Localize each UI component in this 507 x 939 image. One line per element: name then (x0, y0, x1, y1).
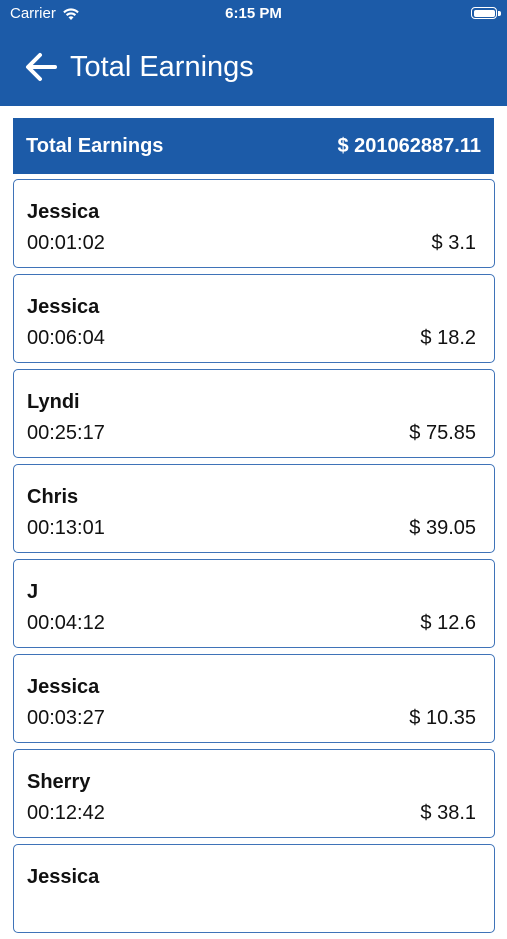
earnings-list[interactable]: Jessica 00:01:02 $ 3.1 Jessica 00:06:04 … (13, 179, 495, 939)
earning-amount: $ 39.05 (409, 517, 476, 539)
earning-amount: $ 18.2 (420, 327, 476, 349)
earning-name: Jessica (27, 866, 100, 888)
earning-name: Lyndi (27, 391, 80, 413)
earning-row[interactable]: Jessica (13, 844, 495, 933)
earning-name: Sherry (27, 771, 91, 793)
battery-tip (498, 11, 501, 16)
earning-row[interactable]: J 00:04:12 $ 12.6 (13, 559, 495, 648)
total-earnings-summary: Total Earnings $ 201062887.11 (13, 118, 494, 174)
arrow-left-icon (26, 53, 57, 81)
battery-icon (471, 7, 497, 19)
earning-amount: $ 75.85 (409, 422, 476, 444)
earning-duration: 00:03:27 (27, 707, 105, 729)
earning-name: J (27, 581, 39, 603)
earning-amount: $ 38.1 (420, 802, 476, 824)
earning-duration: 00:06:04 (27, 327, 105, 349)
earning-amount: $ 3.1 (431, 232, 476, 254)
status-bar: Carrier 6:15 PM (0, 0, 507, 28)
earning-row[interactable]: Sherry 00:12:42 $ 38.1 (13, 749, 495, 838)
earning-duration: 00:25:17 (27, 422, 105, 444)
navigation-bar: Total Earnings (0, 28, 507, 106)
earning-row[interactable]: Jessica 00:01:02 $ 3.1 (13, 179, 495, 268)
earning-amount: $ 10.35 (409, 707, 476, 729)
earning-row[interactable]: Jessica 00:06:04 $ 18.2 (13, 274, 495, 363)
clock: 6:15 PM (225, 5, 282, 22)
earning-name: Chris (27, 486, 79, 508)
earning-duration: 00:01:02 (27, 232, 105, 254)
earning-name: Jessica (27, 676, 100, 698)
earning-duration: 00:12:42 (27, 802, 105, 824)
back-button[interactable] (22, 48, 60, 86)
earning-row[interactable]: Jessica 00:03:27 $ 10.35 (13, 654, 495, 743)
earning-row[interactable]: Lyndi 00:25:17 $ 75.85 (13, 369, 495, 458)
earning-name: Jessica (27, 201, 100, 223)
earning-name: Jessica (27, 296, 100, 318)
earning-duration: 00:04:12 (27, 612, 105, 634)
earning-row[interactable]: Chris 00:13:01 $ 39.05 (13, 464, 495, 553)
earning-amount: $ 12.6 (420, 612, 476, 634)
page-title: Total Earnings (70, 51, 254, 83)
total-earnings-amount: $ 201062887.11 (337, 134, 482, 157)
earning-duration: 00:13:01 (27, 517, 105, 539)
total-earnings-label: Total Earnings (26, 134, 164, 157)
